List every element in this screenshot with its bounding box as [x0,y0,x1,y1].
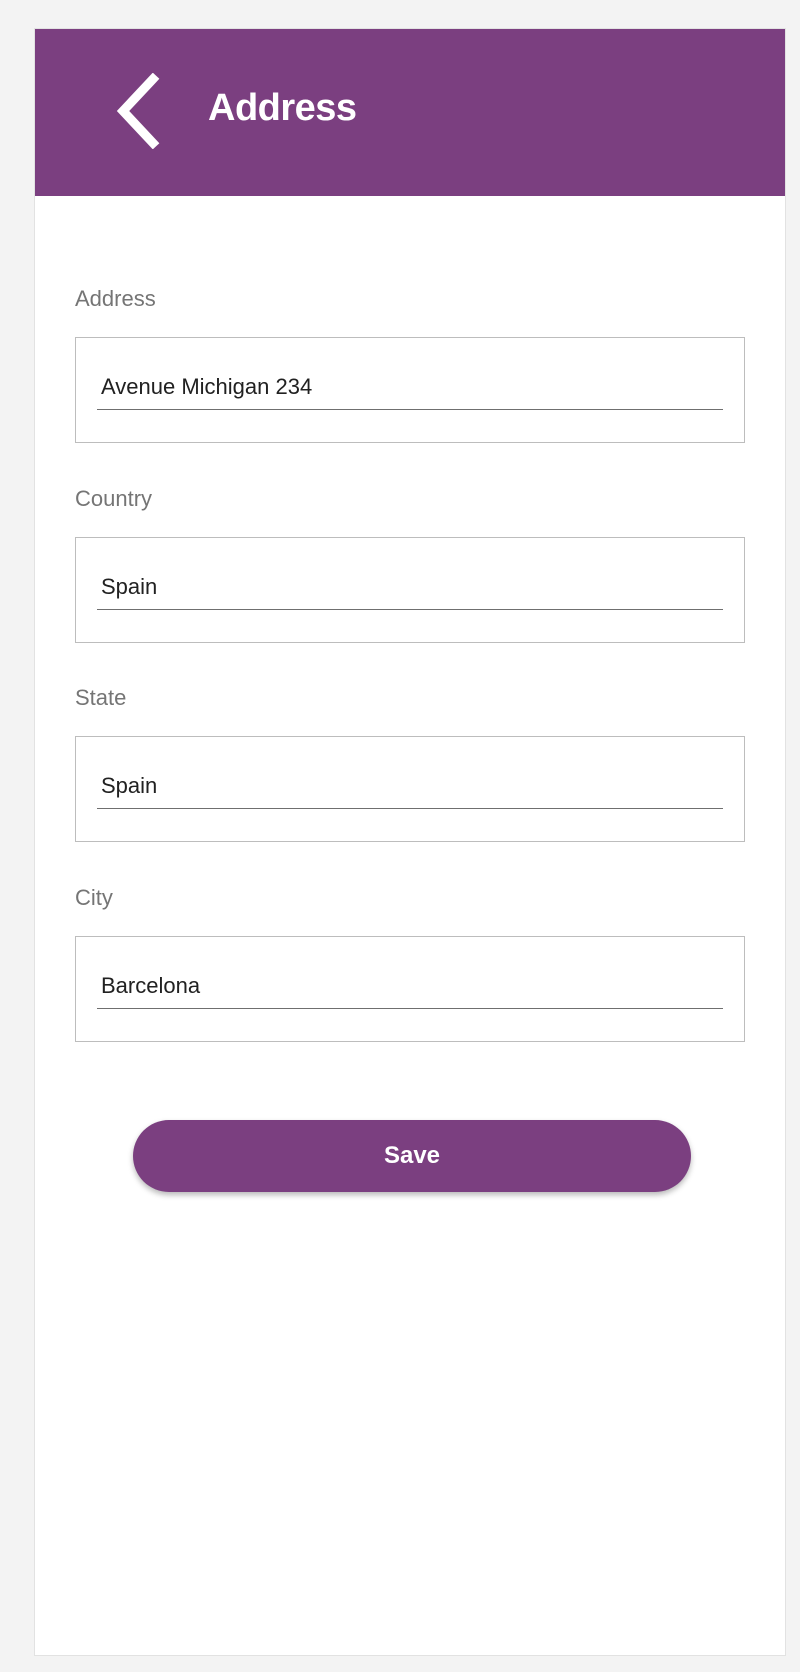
state-label: State [75,685,127,710]
state-input[interactable] [97,763,723,809]
state-field-box [75,736,745,842]
address-input[interactable] [97,364,723,410]
chevron-left-icon [116,73,160,149]
country-field-box [75,537,745,643]
address-field-box [75,337,745,443]
city-input[interactable] [97,963,723,1009]
city-label: City [75,885,113,910]
app-bar: Address [35,29,785,196]
country-input[interactable] [97,564,723,610]
page-title: Address [208,87,357,129]
country-label: Country [75,486,153,511]
address-label: Address [75,286,156,311]
back-button[interactable] [113,73,165,149]
city-field-box [75,936,745,1042]
phone-screen: Address Address Country State City Save [34,28,786,1656]
save-button[interactable]: Save [133,1120,691,1192]
